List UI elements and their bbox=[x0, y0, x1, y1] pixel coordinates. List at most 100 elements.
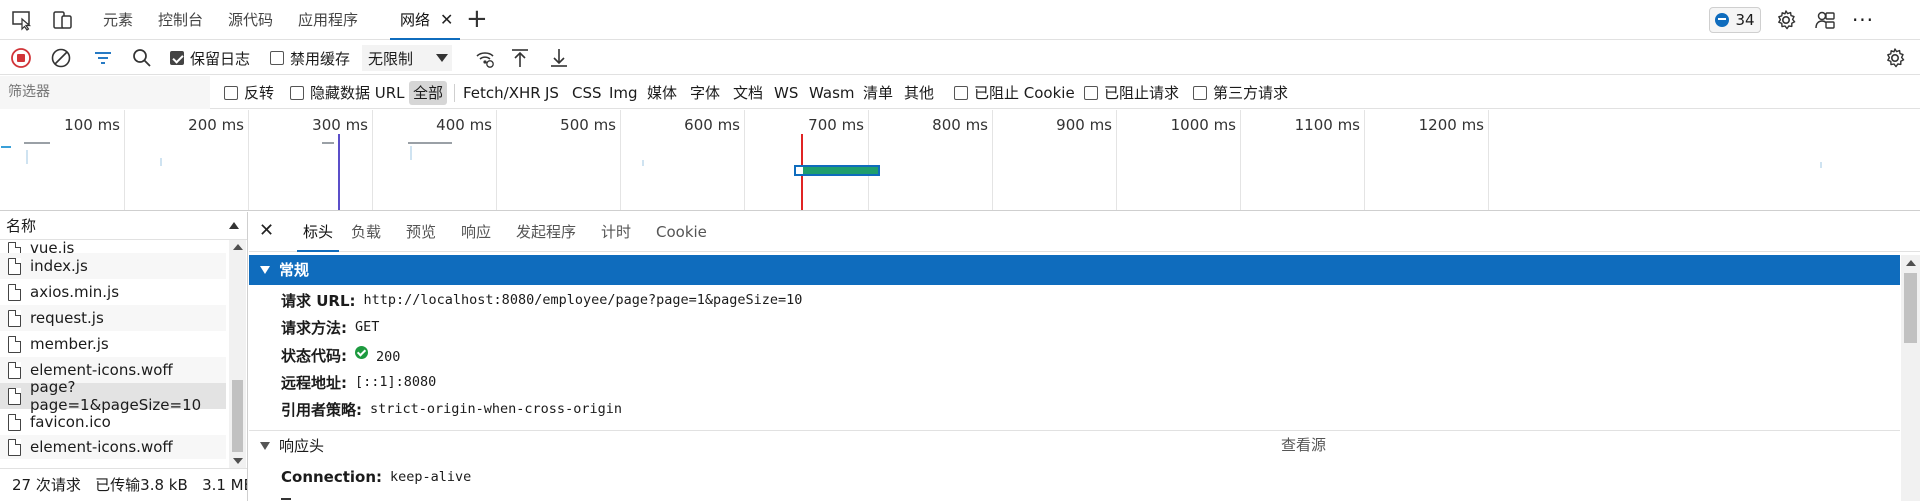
timeline-tick-label: 400 ms bbox=[436, 116, 492, 134]
timeline-tick-label: 900 ms bbox=[1056, 116, 1112, 134]
list-item-selected[interactable]: page?page=1&pageSize=10 bbox=[0, 378, 226, 414]
network-conditions-icon[interactable] bbox=[474, 45, 496, 71]
third-party-checkbox[interactable]: 第三方请求 bbox=[1193, 76, 1288, 109]
filter-input[interactable] bbox=[0, 76, 210, 109]
type-filter-manifest[interactable]: 清单 bbox=[861, 81, 895, 105]
type-filter-img[interactable]: Img bbox=[607, 81, 640, 105]
list-item[interactable]: vue.js bbox=[0, 240, 226, 253]
hide-data-urls-check[interactable] bbox=[290, 85, 304, 100]
timeline-request-mark bbox=[1820, 162, 1822, 168]
blocked-requests-check[interactable] bbox=[1084, 85, 1098, 100]
close-details-icon[interactable]: ✕ bbox=[259, 220, 274, 241]
blocked-cookies-check[interactable] bbox=[954, 85, 968, 100]
record-stop-icon[interactable] bbox=[10, 45, 32, 71]
timeline-tick-label: 100 ms bbox=[64, 116, 120, 134]
list-item[interactable]: element-icons.woff bbox=[0, 435, 226, 459]
blocked-requests-checkbox[interactable]: 已阻止请求 bbox=[1084, 76, 1179, 109]
timeline-gridline bbox=[1488, 110, 1489, 210]
type-filter-js[interactable]: JS bbox=[543, 81, 561, 105]
new-tab-plus-icon[interactable]: + bbox=[466, 4, 488, 34]
throttling-select[interactable]: 无限制 bbox=[362, 45, 452, 71]
device-emulation-icon[interactable] bbox=[50, 8, 74, 32]
type-filter-ws[interactable]: WS bbox=[772, 81, 800, 105]
file-icon bbox=[8, 438, 21, 456]
type-filter-wasm[interactable]: Wasm bbox=[807, 81, 857, 105]
tab-timing[interactable]: 计时 bbox=[601, 212, 631, 252]
tab-application[interactable]: 应用程序 bbox=[298, 0, 358, 40]
list-item[interactable]: axios.min.js bbox=[0, 279, 226, 305]
request-name: element-icons.woff bbox=[30, 361, 173, 379]
tab-elements[interactable]: 元素 bbox=[103, 0, 133, 40]
disable-cache-check[interactable] bbox=[270, 51, 284, 65]
response-headers-title: 响应头 bbox=[279, 437, 325, 455]
issues-badge[interactable]: 34 bbox=[1709, 7, 1761, 33]
search-icon[interactable] bbox=[131, 45, 153, 71]
tab-console[interactable]: 控制台 bbox=[158, 0, 203, 40]
type-filter-css[interactable]: CSS bbox=[570, 81, 604, 105]
tab-headers[interactable]: 标头 bbox=[297, 212, 340, 252]
list-item[interactable]: request.js bbox=[0, 305, 226, 331]
download-icon[interactable] bbox=[548, 45, 570, 71]
tab-payload[interactable]: 负载 bbox=[351, 212, 381, 252]
name-column-label: 名称 bbox=[6, 217, 37, 235]
list-item[interactable]: favicon.ico bbox=[0, 409, 226, 435]
list-item[interactable]: index.js bbox=[0, 253, 226, 279]
timeline-gridline bbox=[1240, 110, 1241, 210]
request-name: member.js bbox=[30, 335, 109, 353]
timeline-overview[interactable]: 100 ms 200 ms 300 ms 400 ms 500 ms 600 ms 700 … bbox=[0, 110, 1920, 211]
network-settings-icon[interactable] bbox=[1884, 45, 1906, 71]
remote-address-value: [::1]:8080 bbox=[355, 374, 437, 390]
disable-cache-checkbox[interactable]: 禁用缓存 bbox=[270, 45, 350, 71]
tab-cookies[interactable]: Cookie bbox=[656, 212, 707, 252]
close-icon[interactable]: ✕ bbox=[440, 0, 453, 40]
name-column-header[interactable]: 名称 bbox=[0, 212, 247, 240]
success-check-icon bbox=[355, 345, 368, 359]
filter-bar: 反转 隐藏数据 URL 全部 Fetch/XHR JS CSS Img 媒体 字… bbox=[0, 76, 1920, 109]
scroll-up-icon[interactable] bbox=[233, 244, 243, 250]
selected-request-bar[interactable] bbox=[794, 165, 880, 176]
request-name: element-icons.woff bbox=[30, 438, 173, 456]
type-filter-media[interactable]: 媒体 bbox=[645, 81, 679, 105]
timeline-tick-label: 500 ms bbox=[560, 116, 616, 134]
list-item[interactable]: member.js bbox=[0, 331, 226, 357]
clear-icon[interactable] bbox=[50, 45, 72, 71]
response-headers-section-header[interactable]: 响应头 bbox=[249, 430, 1900, 460]
view-source-link[interactable]: 查看源 bbox=[1281, 430, 1326, 460]
timeline-tick-label: 600 ms bbox=[684, 116, 740, 134]
upload-icon[interactable] bbox=[509, 45, 531, 71]
invert-check[interactable] bbox=[224, 85, 238, 100]
tab-response[interactable]: 响应 bbox=[461, 212, 491, 252]
filter-icon[interactable] bbox=[92, 45, 114, 71]
tab-sources[interactable]: 源代码 bbox=[228, 0, 273, 40]
blocked-cookies-checkbox[interactable]: 已阻止 Cookie bbox=[954, 76, 1075, 109]
type-filter-font[interactable]: 字体 bbox=[688, 81, 722, 105]
more-options-icon[interactable]: ··· bbox=[1851, 8, 1875, 32]
expand-triangle-icon bbox=[260, 442, 270, 450]
feedback-icon[interactable] bbox=[1813, 8, 1837, 32]
scrollbar-thumb[interactable] bbox=[1904, 273, 1917, 343]
hide-data-urls-checkbox[interactable]: 隐藏数据 URL bbox=[290, 76, 405, 109]
request-list-scrollbar[interactable] bbox=[229, 240, 246, 468]
issues-bubble-icon bbox=[1715, 13, 1730, 27]
type-filter-other[interactable]: 其他 bbox=[902, 81, 936, 105]
settings-gear-icon[interactable] bbox=[1774, 8, 1798, 32]
inspect-element-icon[interactable] bbox=[10, 8, 34, 32]
type-filter-doc[interactable]: 文档 bbox=[731, 81, 765, 105]
tab-preview[interactable]: 预览 bbox=[406, 212, 436, 252]
referrer-policy-row: 引用者策略: strict-origin-when-cross-origin bbox=[281, 396, 622, 422]
third-party-check[interactable] bbox=[1193, 85, 1207, 100]
request-details-panel: ✕ 标头 负载 预览 响应 发起程序 计时 Cookie 常规 请求 URL: … bbox=[249, 212, 1920, 501]
type-filter-fetch-xhr[interactable]: Fetch/XHR bbox=[461, 81, 543, 105]
invert-checkbox[interactable]: 反转 bbox=[224, 76, 274, 109]
tab-initiator[interactable]: 发起程序 bbox=[516, 212, 576, 252]
preserve-log-checkbox[interactable]: 保留日志 bbox=[170, 45, 250, 71]
scrollbar-thumb[interactable] bbox=[232, 380, 243, 452]
scroll-up-icon[interactable] bbox=[1906, 260, 1916, 266]
request-url-row: 请求 URL: http://localhost:8080/employee/p… bbox=[281, 287, 802, 313]
request-name: request.js bbox=[30, 309, 104, 327]
preserve-log-check[interactable] bbox=[170, 51, 184, 65]
details-scrollbar[interactable] bbox=[1901, 255, 1920, 501]
type-filter-all[interactable]: 全部 bbox=[409, 81, 448, 105]
scroll-down-icon[interactable] bbox=[233, 458, 243, 464]
general-section-header[interactable]: 常规 bbox=[249, 255, 1900, 285]
